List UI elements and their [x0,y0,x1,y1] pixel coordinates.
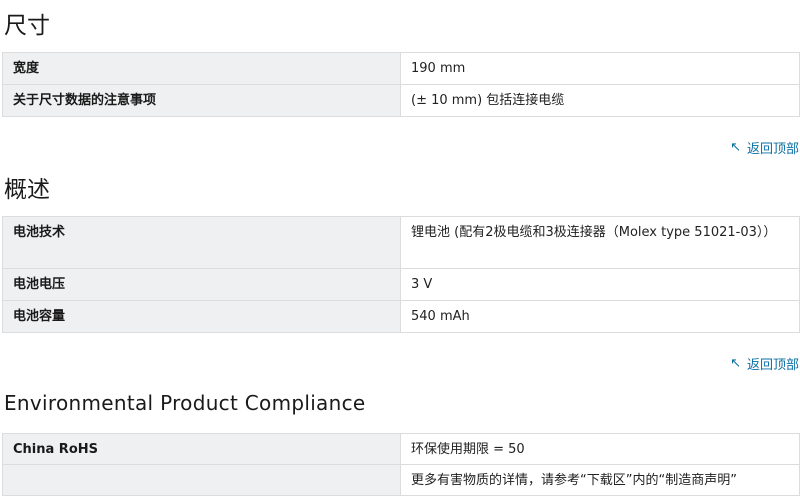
spec-key: 电池容量 [2,300,401,333]
section-title-environmental-compliance: Environmental Product Compliance [4,391,366,415]
section-title-overview: 概述 [4,177,50,203]
spec-value: (± 10 mm) 包括连接电缆 [400,84,800,117]
spec-key [2,464,401,496]
back-to-top-link[interactable]: ↖ 返回顶部 [730,354,799,373]
spec-key: China RoHS [2,433,401,465]
arrow-up-left-icon: ↖ [730,356,741,371]
spec-table-dimensions: 宽度 190 mm 关于尺寸数据的注意事项 (± 10 mm) 包括连接电缆 [2,52,800,117]
arrow-up-left-icon: ↖ [730,140,741,155]
spec-value: 190 mm [400,52,800,85]
table-row: 更多有害物质的详情，请参考“下载区”内的“制造商声明” [2,464,800,496]
spec-value: 更多有害物质的详情，请参考“下载区”内的“制造商声明” [400,464,800,496]
table-row: 宽度 190 mm [2,52,800,85]
spec-value: 锂电池 (配有2极电缆和3极连接器（Molex type 51021-03）） [400,216,800,269]
back-to-top-label: 返回顶部 [746,142,799,157]
back-to-top-label: 返回顶部 [746,358,799,373]
table-row: China RoHS 环保使用期限 = 50 [2,433,800,465]
spec-key: 电池电压 [2,268,401,301]
spec-value: 环保使用期限 = 50 [400,433,800,465]
spec-table-environmental: China RoHS 环保使用期限 = 50 更多有害物质的详情，请参考“下载区… [2,433,800,496]
spec-table-overview: 电池技术 锂电池 (配有2极电缆和3极连接器（Molex type 51021-… [2,216,800,333]
back-to-top-link[interactable]: ↖ 返回顶部 [730,138,799,157]
spec-key: 宽度 [2,52,401,85]
spec-key: 关于尺寸数据的注意事项 [2,84,401,117]
spec-value: 3 V [400,268,800,301]
spec-key: 电池技术 [2,216,401,269]
table-row: 电池容量 540 mAh [2,300,800,333]
section-title-dimensions: 尺寸 [4,13,50,39]
table-row: 关于尺寸数据的注意事项 (± 10 mm) 包括连接电缆 [2,84,800,117]
table-row: 电池技术 锂电池 (配有2极电缆和3极连接器（Molex type 51021-… [2,216,800,269]
table-row: 电池电压 3 V [2,268,800,301]
spec-value: 540 mAh [400,300,800,333]
